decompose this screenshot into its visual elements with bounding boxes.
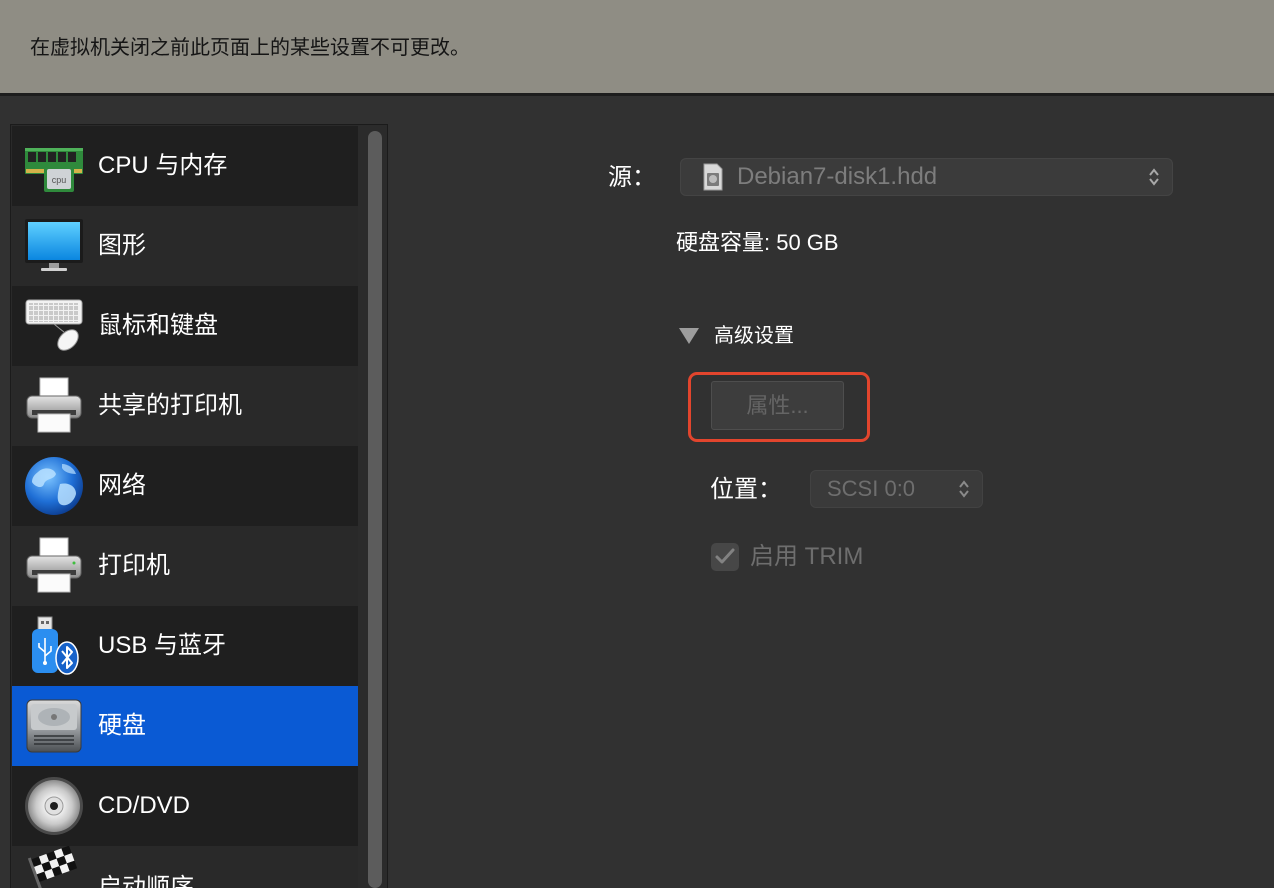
sidebar-item-label: CD/DVD bbox=[98, 792, 191, 819]
location-label: 位置： bbox=[710, 476, 782, 503]
sidebar-item-hard-disk[interactable]: 硬盘 bbox=[12, 686, 358, 766]
sidebar-item-shared-printers[interactable]: 共享的打印机 bbox=[12, 366, 358, 446]
sidebar-item-label: 网络 bbox=[98, 472, 146, 499]
disclosure-triangle-down-icon[interactable] bbox=[679, 328, 699, 344]
shared-printer-icon bbox=[26, 377, 82, 433]
cd-dvd-icon bbox=[25, 777, 83, 835]
sidebar-item-boot-order[interactable]: 启动顺序 bbox=[12, 846, 358, 888]
sidebar-item-label: USB 与蓝牙 bbox=[98, 632, 227, 659]
trim-label[interactable]: 启用 TRIM bbox=[750, 543, 863, 571]
banner-message: 在虚拟机关闭之前此页面上的某些设置不可更改。 bbox=[30, 37, 470, 59]
sidebar-item-label: 图形 bbox=[98, 232, 146, 259]
sidebar-item-mouse-keyboard[interactable]: 鼠标和键盘 bbox=[12, 286, 358, 366]
location-value: SCSI 0:0 bbox=[827, 476, 916, 501]
settings-sidebar: cpu CPU 与内存 图形 鼠标和键盘 共享的打印机 网络 打印机 USB 与… bbox=[10, 124, 388, 888]
globe-icon bbox=[25, 457, 83, 515]
sidebar-item-label: 启动顺序 bbox=[98, 874, 194, 888]
checkmark-icon bbox=[715, 548, 735, 564]
sidebar-item-cpu-memory[interactable]: cpu CPU 与内存 bbox=[12, 126, 358, 206]
vm-configuration-window: 在虚拟机关闭之前此页面上的某些设置不可更改。 cpu CPU 与内存 图形 鼠标… bbox=[0, 0, 1274, 888]
sidebar-item-usb-bluetooth[interactable]: USB 与蓝牙 bbox=[12, 606, 358, 686]
disk-capacity: 硬盘容量: 50 GB bbox=[676, 230, 839, 255]
sidebar-item-printers[interactable]: 打印机 bbox=[12, 526, 358, 606]
cpu-memory-icon: cpu bbox=[25, 148, 83, 192]
sidebar-scrollbar-thumb[interactable] bbox=[368, 131, 382, 888]
sidebar-item-graphics[interactable]: 图形 bbox=[12, 206, 358, 286]
sidebar-item-label: 共享的打印机 bbox=[98, 392, 242, 419]
sidebar-item-network[interactable]: 网络 bbox=[12, 446, 358, 526]
chevron-up-down-icon bbox=[959, 480, 969, 498]
sidebar-list: cpu CPU 与内存 图形 鼠标和键盘 共享的打印机 网络 打印机 USB 与… bbox=[12, 126, 358, 888]
source-label: 源： bbox=[608, 164, 656, 191]
advanced-settings-label[interactable]: 高级设置 bbox=[714, 324, 794, 348]
info-banner: 在虚拟机关闭之前此页面上的某些设置不可更改。 bbox=[0, 0, 1274, 96]
trim-checkbox[interactable] bbox=[711, 543, 739, 571]
printer-icon bbox=[26, 537, 82, 593]
monitor-icon bbox=[25, 219, 83, 271]
usb-bluetooth-icon bbox=[32, 616, 79, 675]
chevron-up-down-icon bbox=[1149, 168, 1159, 186]
cpu-chip-label: cpu bbox=[52, 175, 67, 185]
sidebar-item-label: 硬盘 bbox=[98, 712, 146, 739]
source-popup[interactable]: Debian7-disk1.hdd bbox=[680, 158, 1173, 196]
sidebar-item-label: CPU 与内存 bbox=[98, 152, 228, 179]
disk-file-icon bbox=[703, 163, 723, 191]
keyboard-mouse-icon bbox=[25, 299, 83, 351]
sidebar-item-label: 打印机 bbox=[98, 552, 170, 579]
sidebar-item-label: 鼠标和键盘 bbox=[98, 312, 218, 339]
properties-button[interactable]: 属性... bbox=[711, 381, 844, 430]
sidebar-item-cd-dvd[interactable]: CD/DVD bbox=[12, 766, 358, 846]
source-value: Debian7-disk1.hdd bbox=[737, 163, 938, 190]
checkered-flag-icon bbox=[27, 846, 78, 888]
hard-disk-icon bbox=[26, 699, 82, 753]
location-popup[interactable]: SCSI 0:0 bbox=[810, 470, 983, 508]
